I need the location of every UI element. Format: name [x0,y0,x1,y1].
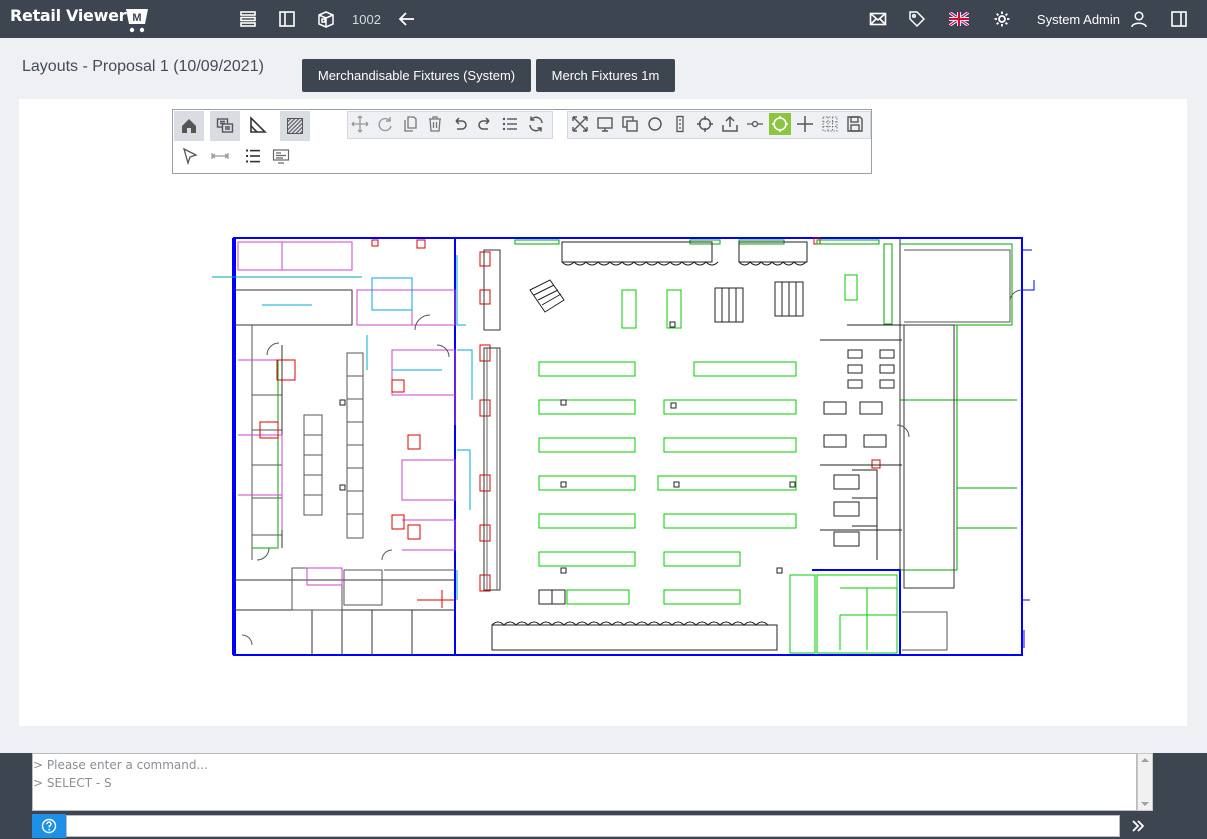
log-line: > Please enter a command... [33,758,208,772]
floor-plan-drawing[interactable] [212,230,1042,662]
grid-icon[interactable] [819,113,841,135]
layout-id: 1002 [352,12,381,27]
move-icon[interactable] [349,113,371,135]
list-icon[interactable] [499,113,521,135]
right-panel-icon[interactable] [1169,9,1189,29]
merchandisable-fixtures-button[interactable]: Merchandisable Fixtures (System) [302,59,531,92]
duplicate-icon[interactable] [619,113,641,135]
chat-icon[interactable] [210,111,240,141]
hatch-icon[interactable] [280,111,310,141]
tag-icon[interactable] [907,9,927,29]
snap-icon[interactable] [769,113,791,135]
cart-logo-icon: M [126,9,148,33]
top-bar: Retail Viewer M 1002 System Admin [0,0,1207,38]
merch-fixtures-1m-button[interactable]: Merch Fixtures 1m [536,59,675,92]
help-icon [41,818,57,834]
svg-text:M: M [132,12,141,24]
refresh-icon[interactable] [525,113,547,135]
display-icon[interactable] [270,145,292,167]
copy-icon[interactable] [399,113,421,135]
pointer-icon[interactable] [179,145,201,167]
home-icon[interactable] [174,111,204,141]
rectangle-icon[interactable] [669,113,691,135]
mail-icon[interactable] [868,9,888,29]
ruler-triangle-icon[interactable] [247,114,269,136]
uk-flag-icon[interactable] [949,9,969,29]
redo-icon[interactable] [474,113,496,135]
command-log: > Please enter a command... > SELECT - S [32,753,1137,811]
package-icon[interactable] [316,9,336,29]
sidebar-panel-icon[interactable] [277,9,297,29]
page-title: Layouts - Proposal 1 (10/09/2021) [22,58,264,75]
command-log-scrollbar[interactable] [1137,753,1153,811]
numbered-list-icon[interactable] [242,145,264,167]
monitor-icon[interactable] [594,113,616,135]
save-icon[interactable] [844,113,866,135]
logo-text: Retail Viewer [10,6,127,25]
dimension-icon[interactable] [209,145,231,167]
list-icon[interactable] [238,9,258,29]
undo-icon[interactable] [449,113,471,135]
rotate-icon[interactable] [374,113,396,135]
expand-icon[interactable] [569,113,591,135]
back-arrow-icon[interactable] [397,9,417,29]
connector-icon[interactable] [744,113,766,135]
plus-icon[interactable] [794,113,816,135]
log-line: > SELECT - S [33,776,112,790]
upload-icon[interactable] [719,113,741,135]
app-logo[interactable]: Retail Viewer [10,6,127,25]
target-icon[interactable] [694,113,716,135]
user-icon[interactable] [1129,9,1149,29]
help-button[interactable] [32,814,66,838]
user-name[interactable]: System Admin [1037,12,1120,27]
gear-icon[interactable] [992,9,1012,29]
circle-icon[interactable] [644,113,666,135]
drawing-toolbar [172,109,872,174]
submit-command-button[interactable] [1124,815,1152,837]
command-input[interactable] [66,815,1120,837]
double-chevron-right-icon [1132,820,1145,832]
delete-icon[interactable] [424,113,446,135]
